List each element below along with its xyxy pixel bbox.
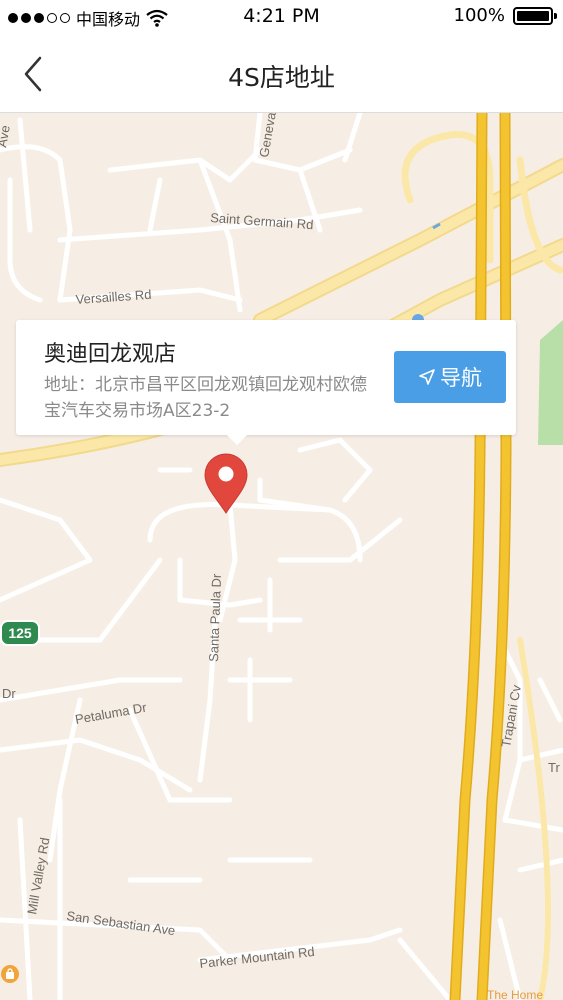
road-label-tr: Tr <box>548 760 560 775</box>
navigate-button[interactable]: 导航 <box>394 351 506 403</box>
route-shield-number: 125 <box>8 625 32 641</box>
navigate-button-label: 导航 <box>440 366 482 390</box>
map-view[interactable]: Ave Geneva Saint Germain Rd Versailles R… <box>0 113 563 1000</box>
page-title: 4S店地址 <box>228 63 335 92</box>
battery-icon <box>513 6 557 25</box>
store-address: 地址：北京市昌平区回龙观镇回龙观村欧德宝汽车交易市场A区23-2 <box>44 375 367 421</box>
nav-bar: 4S店地址 <box>0 34 563 113</box>
route-125-shield-icon: 125 <box>0 620 40 646</box>
road-label-dr: Dr <box>2 686 16 701</box>
store-info-card: 奥迪回龙观店 地址：北京市昌平区回龙观镇回龙观村欧德宝汽车交易市场A区23-2 … <box>16 320 516 445</box>
poi-label[interactable]: The Home <box>487 988 543 1000</box>
status-bar: 中国移动 4:21 PM 100% <box>0 0 563 34</box>
battery-percent: 100% <box>453 5 505 26</box>
status-right: 100% <box>453 5 557 26</box>
navigation-arrow-icon <box>419 369 435 385</box>
shopping-bag-icon[interactable] <box>0 964 20 984</box>
map-canvas: Ave Geneva Saint Germain Rd Versailles R… <box>0 113 563 1000</box>
store-name: 奥迪回龙观店 <box>44 342 177 367</box>
location-pin-icon[interactable] <box>203 453 249 515</box>
road-label-santa-paula: Santa Paula Dr <box>206 573 224 662</box>
